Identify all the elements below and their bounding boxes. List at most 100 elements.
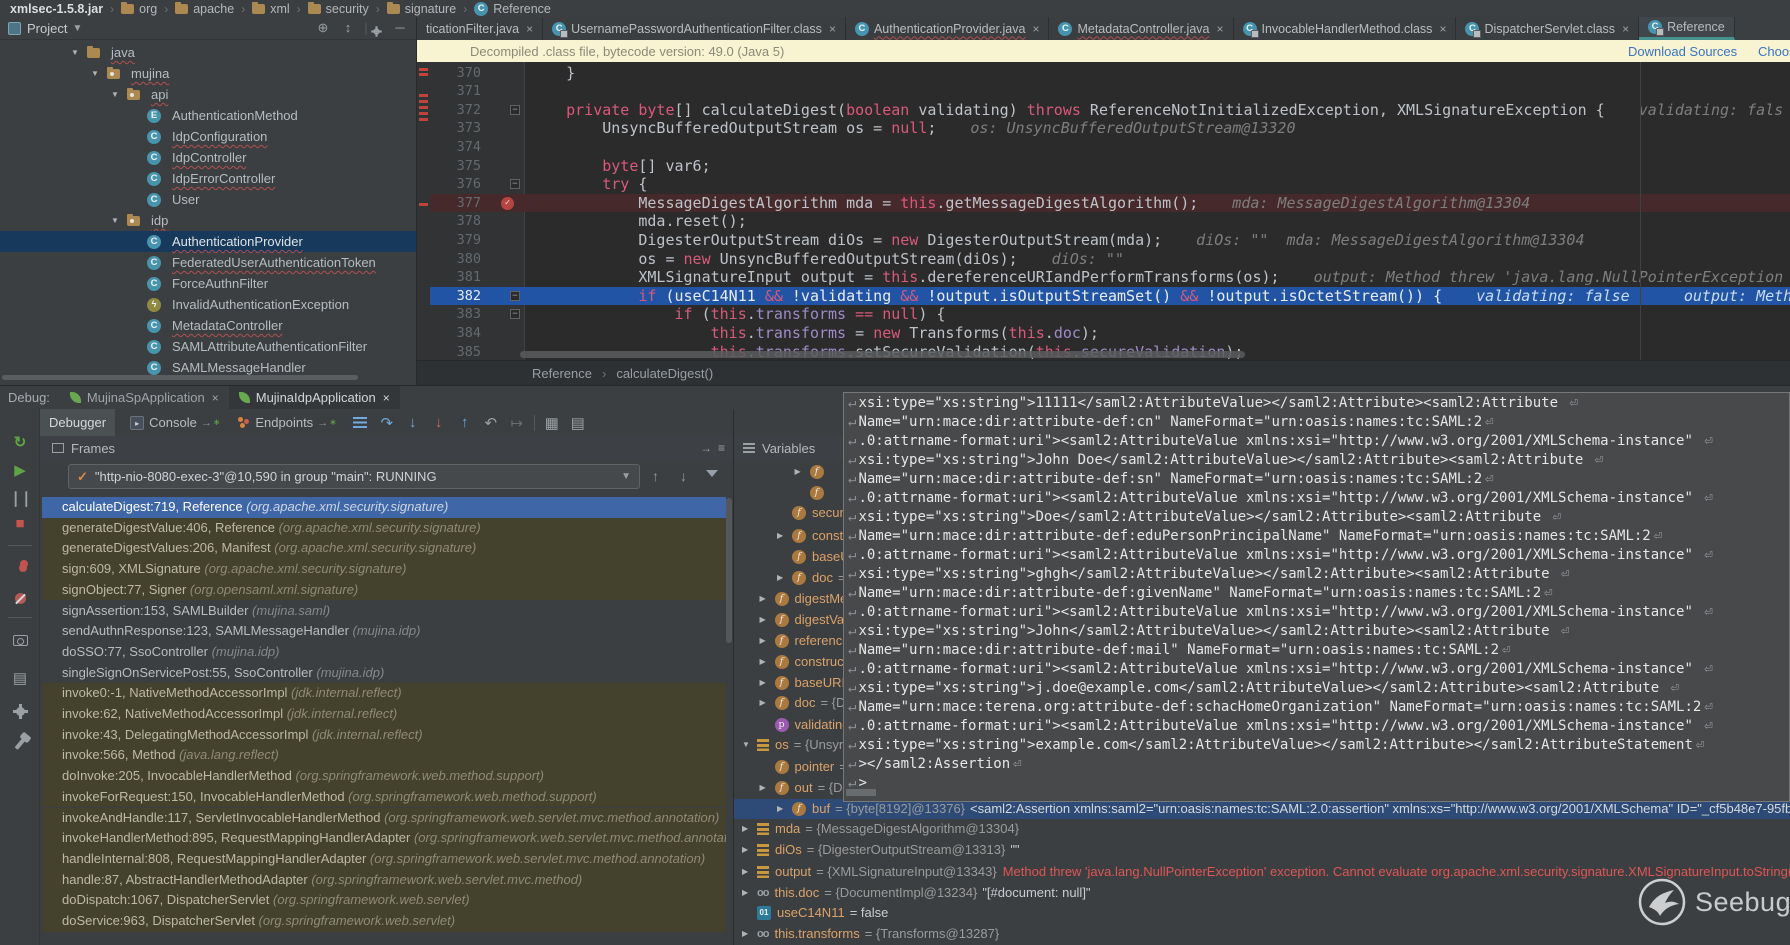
stack-frame-row[interactable]: handle:87, AbstractHandlerMethodAdapter … <box>42 870 726 891</box>
variable-row-pointer[interactable]: fpointer= <box>760 757 847 777</box>
variable-row[interactable]: f <box>795 483 830 503</box>
step-into-icon[interactable]: ↓ <box>400 414 426 431</box>
variable-row-mda[interactable]: ▶mda= {MessageDigestAlgorithm@13304} <box>742 819 1019 839</box>
tree-arrow-icon[interactable]: ▼ <box>90 69 100 78</box>
code-line-382[interactable]: 382− if (useC14N11 && !validating && !ou… <box>417 287 1790 306</box>
chevron-down-icon[interactable]: ▼ <box>72 23 82 34</box>
stack-frame-row[interactable]: sign:609, XMLSignature (org.apache.xml.s… <box>42 559 726 580</box>
tab-console[interactable]: ▸ Console →∗ <box>121 409 229 436</box>
tab-InvocableHandlerMethod.class[interactable]: CInvocableHandlerMethod.class× <box>1234 17 1457 40</box>
sidebar-item-mujina[interactable]: ▼mujina <box>0 63 416 84</box>
tab-ticationFilter.java[interactable]: ticationFilter.java× <box>417 17 543 40</box>
fold-icon[interactable]: − <box>510 291 520 301</box>
scrollbar-vertical[interactable] <box>726 498 732 643</box>
variable-row-output[interactable]: ▶output= {XMLSignatureInput@13343}Method… <box>742 862 1790 882</box>
stack-frame-row[interactable]: generateDigestValues:206, Manifest (org.… <box>42 538 726 559</box>
settings-icon[interactable] <box>368 24 384 39</box>
locate-icon[interactable]: ⊕ <box>315 20 331 36</box>
line-number[interactable]: 376 <box>417 175 481 194</box>
code-line-378[interactable]: 378 mda.reset(); <box>417 212 1790 231</box>
sidebar-item-AuthenticationMethod[interactable]: EAuthenticationMethod <box>0 105 416 126</box>
debug-tab-MujinaSpApplication[interactable]: MujinaSpApplication× <box>60 386 229 409</box>
line-number[interactable]: 372 <box>417 101 481 120</box>
step-over-icon[interactable]: ↷ <box>374 414 400 432</box>
menu-icon[interactable]: ≡ <box>718 441 725 455</box>
variable-row-reference[interactable]: ▶freference <box>760 631 850 651</box>
line-number[interactable]: 373 <box>417 119 481 138</box>
variable-row-buf[interactable]: ▶fbuf= {byte[8192]@13376}<saml2:Assertio… <box>734 799 1790 819</box>
breadcrumb-segment[interactable]: signature <box>387 2 456 16</box>
sidebar-item-InvalidAuthenticationException[interactable]: ϟInvalidAuthenticationException <box>0 294 416 315</box>
line-number[interactable]: 375 <box>417 157 481 176</box>
tree-arrow-icon[interactable]: ▼ <box>110 216 120 225</box>
breadcrumb-segment[interactable]: org <box>121 2 157 16</box>
rerun-icon[interactable]: ↻ <box>0 433 40 451</box>
restore-layout-icon[interactable]: ▤ <box>0 669 40 687</box>
tree-arrow-icon[interactable]: ▼ <box>742 735 751 755</box>
arrow-icon[interactable]: → <box>700 441 712 455</box>
variable-row-os[interactable]: ▼os= {Unsyn <box>742 735 846 755</box>
arrow-up-icon[interactable]: ↑ <box>652 468 659 484</box>
code-line-372[interactable]: 372− private byte[] calculateDigest(bool… <box>417 101 1790 120</box>
stack-frame-row[interactable]: generateDigestValue:406, Reference (org.… <box>42 518 726 539</box>
settings-icon[interactable] <box>0 703 40 720</box>
code-line-376[interactable]: 376− try { <box>417 175 1790 194</box>
stack-frame-row[interactable]: invokeForRequest:150, InvocableHandlerMe… <box>42 787 726 808</box>
sidebar-item-api[interactable]: ▼api <box>0 84 416 105</box>
variable-row-doc[interactable]: ▶fdoc= <box>777 568 846 588</box>
code-line-384[interactable]: 384 this.transforms = new Transforms(thi… <box>417 324 1790 343</box>
tree-arrow-icon[interactable]: ▶ <box>742 883 751 903</box>
sidebar-item-AuthenticationProvider[interactable]: CAuthenticationProvider <box>0 231 416 252</box>
line-number[interactable]: 378 <box>417 212 481 231</box>
tab-UsernamePasswordAuthenticationFilter.class[interactable]: CUsernamePasswordAuthenticationFilter.cl… <box>543 17 846 40</box>
sidebar-item-IdpConfiguration[interactable]: CIdpConfiguration <box>0 126 416 147</box>
pin-icon[interactable] <box>0 737 40 754</box>
tree-arrow-icon[interactable]: ▶ <box>742 819 751 839</box>
filter-icon[interactable] <box>706 470 718 477</box>
breadcrumb-method[interactable]: calculateDigest() <box>616 366 713 381</box>
tab-AuthenticationProvider.java[interactable]: CAuthenticationProvider.java× <box>846 17 1050 40</box>
sidebar-item-ForceAuthnFilter[interactable]: CForceAuthnFilter <box>0 273 416 294</box>
evaluate-expression-icon[interactable]: ▦ <box>539 414 565 432</box>
drop-frame-icon[interactable]: ↶ <box>478 414 504 432</box>
tree-arrow-icon[interactable]: ▼ <box>70 48 80 57</box>
tree-arrow-icon[interactable]: ▶ <box>760 610 769 630</box>
line-number[interactable]: 382 <box>417 287 481 306</box>
line-number[interactable]: 374 <box>417 138 481 157</box>
tree-arrow-icon[interactable]: ▶ <box>760 693 769 713</box>
show-execution-point-icon[interactable]: ▤ <box>565 414 591 432</box>
fold-icon[interactable]: − <box>510 105 520 115</box>
sidebar-item-MetadataController[interactable]: CMetadataController <box>0 315 416 336</box>
stack-frame-row[interactable]: invoke:62, NativeMethodAccessorImpl (jdk… <box>42 704 726 725</box>
resume-icon[interactable]: ▶ <box>0 461 40 479</box>
stack-frame-row[interactable]: doSSO:77, SsoController (mujina.idp) <box>42 642 726 663</box>
debug-tab-MujinaIdpApplication[interactable]: MujinaIdpApplication× <box>229 386 400 409</box>
tab-DispatcherServlet.class[interactable]: CDispatcherServlet.class× <box>1456 17 1639 40</box>
sidebar-item-IdpErrorController[interactable]: CIdpErrorController <box>0 168 416 189</box>
variable-row-diOs[interactable]: ▶diOs= {DigesterOutputStream@13313}"" <box>742 840 1020 860</box>
line-number[interactable]: 383 <box>417 305 481 324</box>
pause-icon[interactable]: ❘❘ <box>0 489 40 507</box>
tree-arrow-icon[interactable]: ▶ <box>742 862 751 882</box>
breadcrumb-segment[interactable]: CReference <box>474 2 551 16</box>
hide-panel-icon[interactable]: ─ <box>392 20 408 35</box>
tree-arrow-icon[interactable]: ▶ <box>777 526 786 546</box>
variable-row-digestVa[interactable]: ▶fdigestVa <box>760 610 845 630</box>
code-line-383[interactable]: 383− if (this.transforms == null) { <box>417 305 1790 324</box>
sidebar-item-idp[interactable]: ▼idp <box>0 210 416 231</box>
stack-frame-row[interactable]: calculateDigest:719, Reference (org.apac… <box>42 497 726 518</box>
line-number[interactable]: 379 <box>417 231 481 250</box>
stack-frame-row[interactable]: invoke:566, Method (java.lang.reflect) <box>42 745 726 766</box>
view-options-icon[interactable] <box>353 417 367 428</box>
stop-icon[interactable]: ■ <box>0 515 40 532</box>
tab-debugger[interactable]: Debugger <box>40 409 115 436</box>
variable-row-out[interactable]: ▶fout= {Di <box>760 778 846 798</box>
variable-row-construct[interactable]: ▶fconstruct <box>760 652 848 672</box>
code-line-370[interactable]: 370 } <box>417 64 1790 83</box>
tree-arrow-icon[interactable]: ▶ <box>777 568 786 588</box>
fold-icon[interactable]: − <box>510 179 520 189</box>
line-number[interactable]: 384 <box>417 324 481 343</box>
force-step-into-icon[interactable]: ↓ <box>426 414 452 431</box>
variable-row-digestMe[interactable]: ▶fdigestMe <box>760 589 848 609</box>
line-number[interactable]: 381 <box>417 268 481 287</box>
